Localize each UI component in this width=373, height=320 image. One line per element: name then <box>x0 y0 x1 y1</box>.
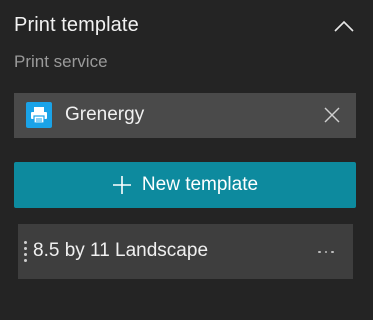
drag-handle-icon[interactable] <box>23 241 29 263</box>
print-service-value: Grenergy <box>65 104 145 125</box>
template-list-item[interactable]: 8.5 by 11 Landscape <box>18 224 353 279</box>
new-template-button[interactable]: New template <box>14 162 356 208</box>
chevron-up-icon <box>334 20 354 32</box>
new-template-label: New template <box>141 174 259 195</box>
printer-icon <box>26 102 52 128</box>
print-service-select[interactable]: Grenergy <box>14 93 356 138</box>
panel-header: Print template <box>14 12 359 42</box>
panel-title: Print template <box>14 14 139 36</box>
plus-icon <box>112 176 131 194</box>
template-name: 8.5 by 11 Landscape <box>33 240 209 261</box>
collapse-button[interactable] <box>329 12 359 42</box>
print-template-panel: Print template Print service Grenergy Ne… <box>0 0 373 320</box>
close-icon <box>324 107 340 123</box>
print-service-label: Print service <box>14 52 108 71</box>
more-options-icon[interactable] <box>313 240 339 264</box>
clear-service-button[interactable] <box>320 103 344 127</box>
